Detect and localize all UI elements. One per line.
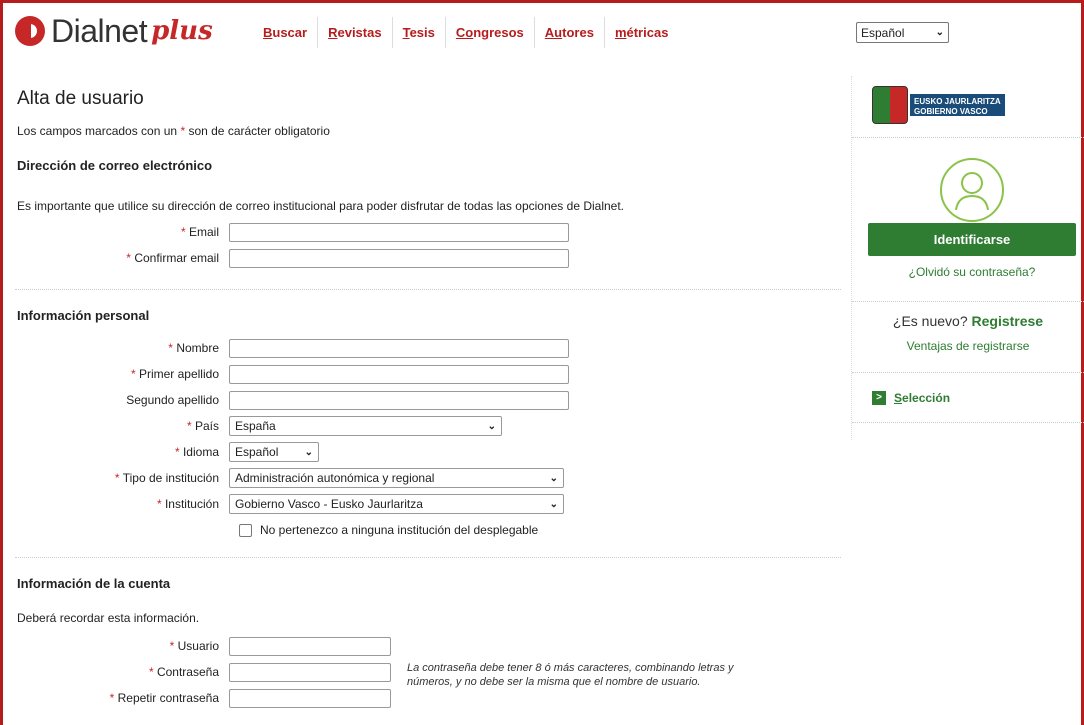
personal-section-heading: Información personal (17, 308, 150, 323)
nombre-input[interactable] (229, 338, 569, 358)
confirm-email-input[interactable] (229, 248, 569, 268)
segundo-apellido-label: Segundo apellido (126, 393, 219, 407)
tipo-institucion-label: * Tipo de institución (114, 471, 219, 485)
institucion-label: * Institución (156, 497, 219, 511)
repeat-password-input[interactable] (229, 688, 391, 708)
institucion-value: Gobierno Vasco - Eusko Jaurlaritza (235, 497, 423, 511)
segundo-apellido-input[interactable] (229, 390, 569, 410)
primer-apellido-input[interactable] (229, 364, 569, 384)
page-title: Alta de usuario (17, 88, 144, 109)
primer-apellido-row: * Primer apellido (17, 361, 837, 387)
confirm-email-label: * Confirmar email (126, 251, 219, 265)
usuario-row: * Usuario (17, 633, 391, 659)
crest-icon (872, 86, 908, 124)
language-value: Español (861, 25, 905, 40)
chevron-down-icon: ⌄ (487, 420, 496, 432)
sidebar: EUSKO JAURLARITZA GOBIERNO VASCO Identif… (852, 76, 1084, 423)
pais-select[interactable]: España ⌄ (229, 416, 502, 436)
nombre-row: * Nombre (17, 335, 837, 361)
chevron-down-icon: ⌄ (549, 498, 558, 510)
idioma-select[interactable]: Español ⌄ (229, 442, 319, 462)
idioma-label: * Idioma (174, 445, 219, 459)
required-note: Los campos marcados con un * son de cará… (17, 124, 330, 138)
email-label: * Email (180, 225, 219, 239)
gobierno-vasco-banner[interactable]: EUSKO JAURLARITZA GOBIERNO VASCO (852, 76, 1084, 138)
nav-tesis[interactable]: Tesis (393, 17, 446, 48)
advantages-link[interactable]: Ventajas de registrarse (852, 339, 1084, 353)
email-row: * Email (17, 219, 837, 245)
gobierno-vasco-logo: EUSKO JAURLARITZA GOBIERNO VASCO (872, 86, 1027, 124)
nav-autores[interactable]: Autores (535, 17, 605, 48)
header: Dialnet plus Buscar Revistas Tesis Congr… (3, 3, 1081, 63)
registration-form: Alta de usuario Los campos marcados con … (15, 88, 841, 711)
section-divider (15, 557, 841, 558)
no-institucion-row: No pertenezco a ninguna institución del … (17, 517, 837, 543)
main-nav: Buscar Revistas Tesis Congresos Autores … (253, 17, 678, 48)
primer-apellido-label: * Primer apellido (130, 367, 219, 381)
password-note: La contraseña debe tener 8 ó más caracte… (407, 662, 734, 688)
idioma-value: Español (235, 445, 279, 459)
tipo-institucion-row: * Tipo de institución Administración aut… (17, 465, 837, 491)
chevron-down-icon: ⌄ (935, 27, 944, 38)
usuario-label: * Usuario (169, 639, 219, 653)
no-institucion-label: No pertenezco a ninguna institución del … (260, 523, 539, 537)
dialnet-logo-icon (15, 16, 45, 46)
nav-congresos[interactable]: Congresos (446, 17, 535, 48)
logo-plus: plus (151, 16, 213, 46)
language-select[interactable]: Español ⌄ (856, 22, 949, 43)
email-input[interactable] (229, 222, 569, 242)
login-button[interactable]: Identificarse (868, 223, 1076, 256)
segundo-apellido-row: Segundo apellido (17, 387, 837, 413)
usuario-input[interactable] (229, 636, 391, 656)
register-box: ¿Es nuevo? Registrese Ventajas de regist… (852, 301, 1084, 373)
nav-revistas[interactable]: Revistas (318, 17, 393, 48)
pais-value: España (235, 419, 276, 433)
confirm-email-row: * Confirmar email (17, 245, 837, 271)
nav-buscar[interactable]: Buscar (253, 17, 319, 48)
password-input[interactable] (229, 662, 391, 682)
user-avatar-icon (940, 158, 1004, 222)
password-row: * Contraseña (17, 659, 391, 685)
no-institucion-checkbox[interactable] (239, 523, 252, 537)
gobierno-vasco-text: EUSKO JAURLARITZA GOBIERNO VASCO (910, 94, 1005, 116)
pais-label: * País (186, 419, 219, 433)
selection-link[interactable]: > Selección (852, 373, 1084, 423)
institucion-select[interactable]: Gobierno Vasco - Eusko Jaurlaritza ⌄ (229, 494, 564, 514)
idioma-row: * Idioma Español ⌄ (17, 439, 837, 465)
chevron-right-icon: > (872, 390, 886, 405)
register-link[interactable]: Registrese (972, 313, 1044, 329)
new-user-text: ¿Es nuevo? Registrese (892, 313, 1044, 329)
account-info: Deberá recordar esta información. (17, 611, 200, 625)
institucion-row: * Institución Gobierno Vasco - Eusko Jau… (17, 491, 837, 517)
repeat-password-row: * Repetir contraseña (17, 685, 391, 711)
logo-text: Dialnet (51, 13, 148, 49)
forgot-password-link[interactable]: ¿Olvidó su contraseña? (868, 265, 1076, 279)
email-info: Es importante que utilice su dirección d… (17, 199, 625, 213)
password-label: * Contraseña (148, 665, 219, 679)
dialnet-logo[interactable]: Dialnet plus (15, 15, 213, 47)
repeat-password-label: * Repetir contraseña (109, 691, 219, 705)
nombre-label: * Nombre (168, 341, 219, 355)
tipo-institucion-value: Administración autonómica y regional (235, 471, 435, 485)
tipo-institucion-select[interactable]: Administración autonómica y regional ⌄ (229, 468, 564, 488)
nav-metricas[interactable]: métricas (605, 17, 678, 48)
selection-label: Selección (894, 390, 951, 405)
account-section-heading: Información de la cuenta (17, 576, 171, 591)
email-section-heading: Dirección de correo electrónico (17, 158, 213, 173)
pais-row: * País España ⌄ (17, 413, 837, 439)
chevron-down-icon: ⌄ (304, 446, 313, 458)
section-divider (15, 289, 841, 290)
chevron-down-icon: ⌄ (549, 472, 558, 484)
